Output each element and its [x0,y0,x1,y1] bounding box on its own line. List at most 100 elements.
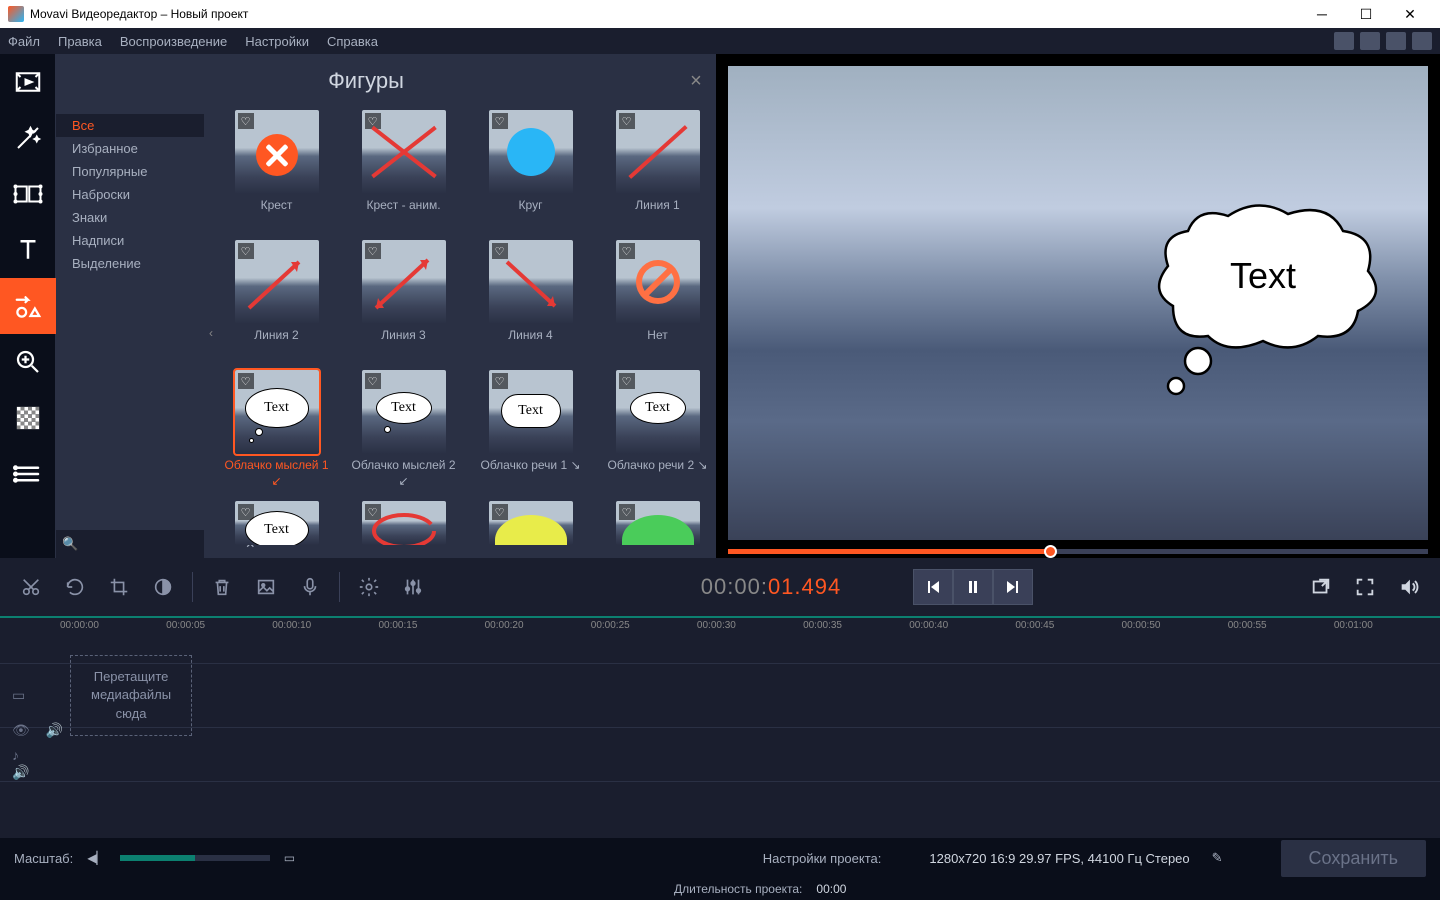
volume-button[interactable] [1390,568,1428,606]
category-sketches[interactable]: Наброски [56,183,204,206]
favorite-icon[interactable]: ♡ [619,373,635,389]
shape-item[interactable]: ♡Крест - аним. [349,110,458,228]
cut-button[interactable] [12,568,50,606]
preview-pane: Text [716,54,1440,558]
track-mute-icon[interactable]: 🔊 [12,764,29,781]
social-icons [1334,32,1432,50]
shape-item[interactable]: ♡ [349,501,458,545]
timeline-ruler[interactable]: 00:00:0000:00:0500:00:1000:00:1500:00:20… [0,616,1440,638]
collapse-handle[interactable]: ‹ [204,108,218,558]
mic-button[interactable] [291,568,329,606]
next-button[interactable] [993,569,1033,605]
vk-icon[interactable] [1386,32,1406,50]
audio-track[interactable]: ♪ 🔊 [0,728,1440,782]
fullscreen-button[interactable] [1346,568,1384,606]
shape-item[interactable]: ♡Линия 2 [222,240,331,358]
drop-zone[interactable]: Перетащитемедиафайлысюда [70,655,192,736]
favorite-icon[interactable]: ♡ [238,113,254,129]
tool-filters[interactable] [0,110,56,166]
timecode: 00:00:01.494 [701,574,841,601]
zoom-label: Масштаб: [14,851,73,866]
crop-button[interactable] [100,568,138,606]
svg-text:Text: Text [1230,255,1296,296]
ruler-tick: 00:00:20 [485,620,524,631]
timeline-area: ▭ Перетащитемедиафайлысюда 👁 🔊 ♪ 🔊 [0,638,1440,838]
preview-scrubber[interactable] [728,540,1428,558]
transport-bar: 00:00:01.494 [0,558,1440,616]
shape-item[interactable]: ♡TextОблачко речи 1 ↘ [476,370,585,489]
favorite-icon[interactable]: ♡ [619,504,635,520]
preview-viewport[interactable]: Text [728,66,1428,540]
shape-item[interactable]: ♡Нет [603,240,712,358]
ruler-tick: 00:00:50 [1122,620,1161,631]
shape-item[interactable]: ♡Круг [476,110,585,228]
maximize-button[interactable]: ☐ [1344,0,1388,28]
menu-file[interactable]: Файл [8,34,40,49]
track-music-icon: ♪ [12,747,19,763]
search-icon: 🔍 [62,536,78,552]
category-captions[interactable]: Надписи [56,229,204,252]
tool-zoom[interactable] [0,334,56,390]
minimize-button[interactable]: ─ [1300,0,1344,28]
tool-titles[interactable] [0,222,56,278]
favorite-icon[interactable]: ♡ [619,243,635,259]
image-button[interactable] [247,568,285,606]
favorite-icon[interactable]: ♡ [492,113,508,129]
shape-item[interactable]: ♡TextОблачко мыслей 2 ↙ [349,370,458,489]
favorite-icon[interactable]: ♡ [365,373,381,389]
category-all[interactable]: Все [56,114,204,137]
equalizer-button[interactable] [394,568,432,606]
close-button[interactable]: ✕ [1388,0,1432,28]
menu-help[interactable]: Справка [327,34,378,49]
ruler-tick: 00:00:00 [60,620,99,631]
edit-settings-icon[interactable]: ✎ [1212,850,1223,866]
panel-close-icon[interactable]: × [676,70,716,93]
youtube-icon[interactable] [1334,32,1354,50]
category-popular[interactable]: Популярные [56,160,204,183]
shape-item[interactable]: ♡Линия 3 [349,240,458,358]
share-icon[interactable] [1412,32,1432,50]
shape-item[interactable]: ♡Крест [222,110,331,228]
detach-button[interactable] [1302,568,1340,606]
tool-transitions[interactable] [0,166,56,222]
shape-item[interactable]: ♡ [603,501,712,545]
window-title: Movavi Видеоредактор – Новый проект [30,7,248,21]
tool-more[interactable] [0,446,56,502]
tool-chromakey[interactable] [0,390,56,446]
zoom-slider[interactable] [120,855,270,861]
shape-item[interactable]: ♡Линия 1 [603,110,712,228]
color-button[interactable] [144,568,182,606]
project-duration-label: Длительность проекта: [674,882,802,896]
favorite-icon[interactable]: ♡ [238,373,254,389]
tool-shapes[interactable] [0,278,56,334]
pause-button[interactable] [953,569,993,605]
shape-item[interactable]: ♡TextОблачко речи 2 ↘ [603,370,712,489]
video-track[interactable]: ▭ Перетащитемедиафайлысюда 👁 🔊 [0,664,1440,728]
shape-item[interactable]: ♡ [476,501,585,545]
menu-playback[interactable]: Воспроизведение [120,34,227,49]
shape-item[interactable]: ♡Линия 4 [476,240,585,358]
category-favorites[interactable]: Избранное [56,137,204,160]
category-selection[interactable]: Выделение [56,252,204,275]
ruler-tick: 00:00:55 [1228,620,1267,631]
prev-button[interactable] [913,569,953,605]
rotate-button[interactable] [56,568,94,606]
settings-button[interactable] [350,568,388,606]
category-signs[interactable]: Знаки [56,206,204,229]
project-settings-label: Настройки проекта: [763,851,882,866]
shape-item[interactable]: ♡TextОблачко мыслей 1 ↙ [222,370,331,489]
delete-button[interactable] [203,568,241,606]
save-button[interactable]: Сохранить [1281,840,1426,877]
zoom-fit-icon[interactable]: ▭ [284,851,295,865]
ok-icon[interactable] [1360,32,1380,50]
favorite-icon[interactable]: ♡ [492,504,508,520]
shapes-panel: Фигуры × Все Избранное Популярные Наброс… [56,54,716,558]
menu-edit[interactable]: Правка [58,34,102,49]
favorite-icon[interactable]: ♡ [492,373,508,389]
zoom-out-icon[interactable]: ◀▏ [87,851,105,865]
menu-settings[interactable]: Настройки [245,34,309,49]
shape-item[interactable]: ♡Text [222,501,331,545]
tool-media[interactable] [0,54,56,110]
playhead[interactable] [1044,545,1057,558]
thought-bubble-overlay[interactable]: Text [1128,196,1398,416]
